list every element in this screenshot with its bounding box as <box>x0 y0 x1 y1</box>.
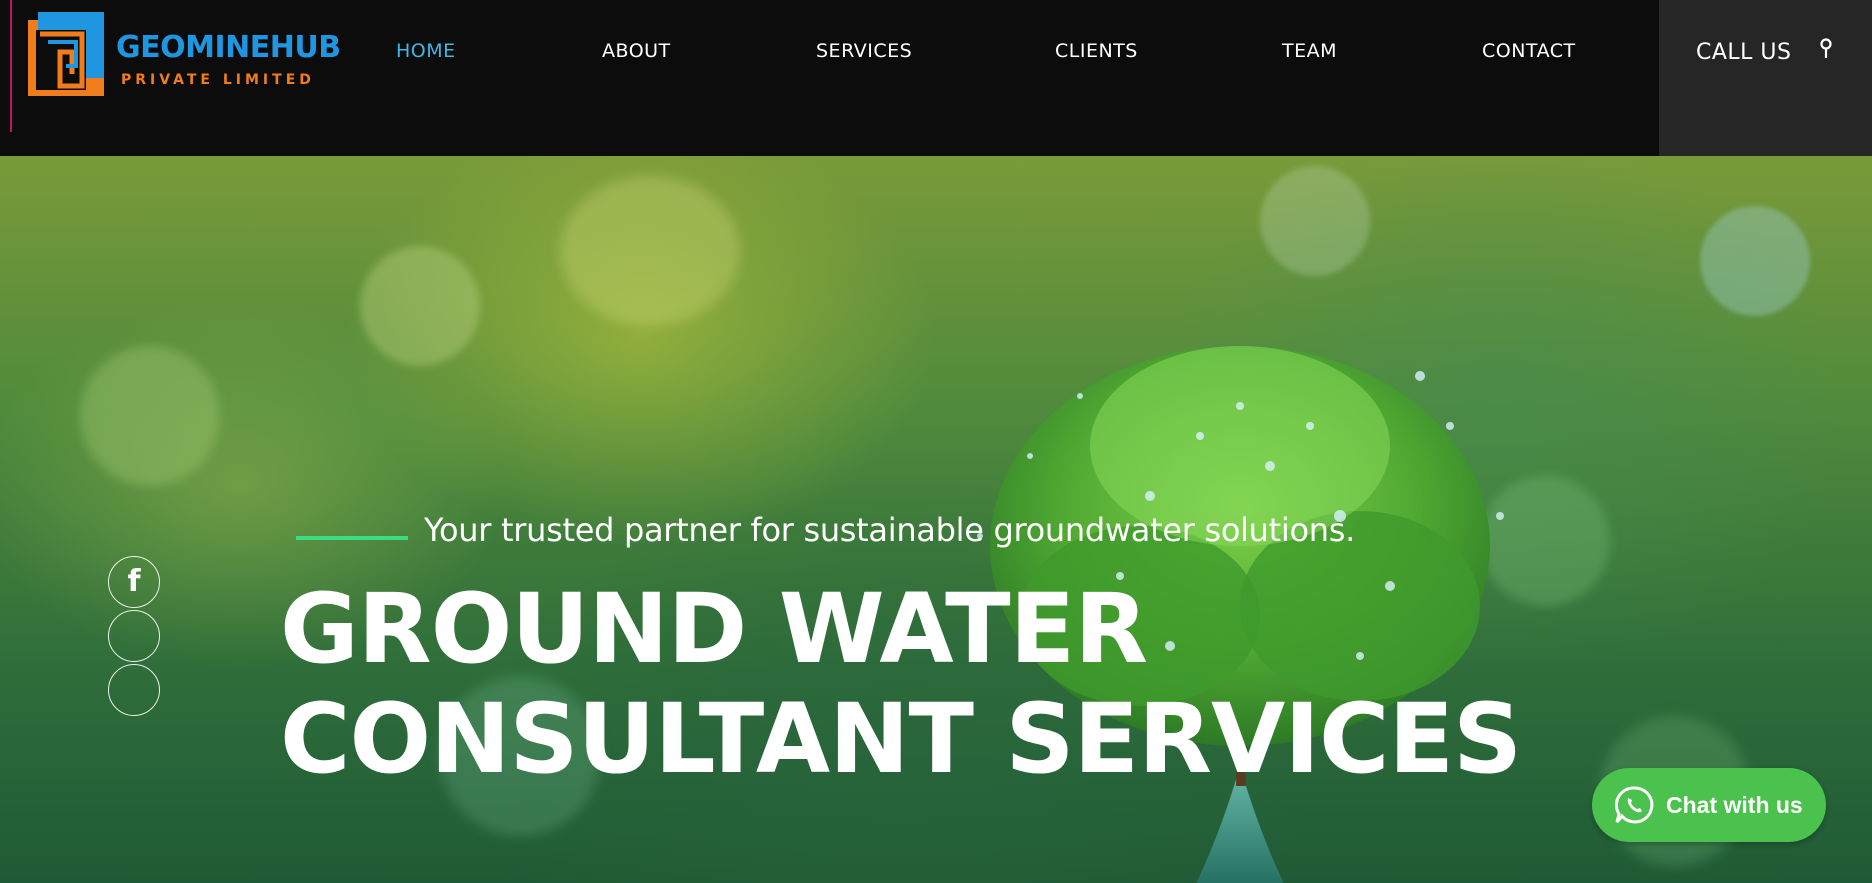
bokeh-light <box>1260 166 1370 276</box>
call-us-label: CALL US <box>1696 40 1792 65</box>
social-links: f <box>108 556 162 718</box>
whatsapp-icon <box>1614 786 1654 824</box>
brand-subtitle: PRIVATE LIMITED <box>121 72 315 88</box>
nav-item-contact[interactable]: CONTACT <box>1482 40 1576 62</box>
nav-item-clients[interactable]: CLIENTS <box>1055 40 1138 62</box>
nav-item-services[interactable]: SERVICES <box>816 40 912 62</box>
bokeh-light <box>560 176 740 326</box>
hero-headline-line1: GROUND WATER <box>280 573 1148 685</box>
chat-with-us-label: Chat with us <box>1666 792 1803 818</box>
nav-item-home[interactable]: HOME <box>396 40 456 62</box>
facebook-icon: f <box>127 564 141 599</box>
site-header: GEOMINEHUB PRIVATE LIMITED HOME ABOUT SE… <box>0 0 1872 156</box>
facebook-button[interactable]: f <box>108 556 160 608</box>
bokeh-light <box>1700 206 1810 316</box>
hero-section: f Your trusted partner for sustainable g… <box>0 156 1872 883</box>
brand-name: GEOMINEHUB <box>116 30 341 65</box>
bokeh-light <box>80 346 220 486</box>
hero-headline-line2: CONSULTANT SERVICES <box>280 683 1522 795</box>
hero-headline: GROUND WATER CONSULTANT SERVICES <box>280 573 1522 795</box>
social-button-3[interactable] <box>108 664 160 716</box>
header-accent-line <box>10 0 12 132</box>
location-pin-icon <box>1820 38 1832 58</box>
hero-tagline: Your trusted partner for sustainable gro… <box>424 511 1356 549</box>
tagline-accent-line <box>296 536 408 540</box>
brand-logo[interactable]: GEOMINEHUB PRIVATE LIMITED <box>26 10 341 100</box>
social-button-2[interactable] <box>108 610 160 662</box>
call-us-button[interactable]: CALL US <box>1659 0 1872 156</box>
nav-item-about[interactable]: ABOUT <box>602 40 671 62</box>
logo-mark-icon <box>28 12 104 96</box>
chat-with-us-button[interactable]: Chat with us <box>1592 768 1826 842</box>
nav-item-team[interactable]: TEAM <box>1282 40 1337 62</box>
bokeh-light <box>360 246 480 366</box>
